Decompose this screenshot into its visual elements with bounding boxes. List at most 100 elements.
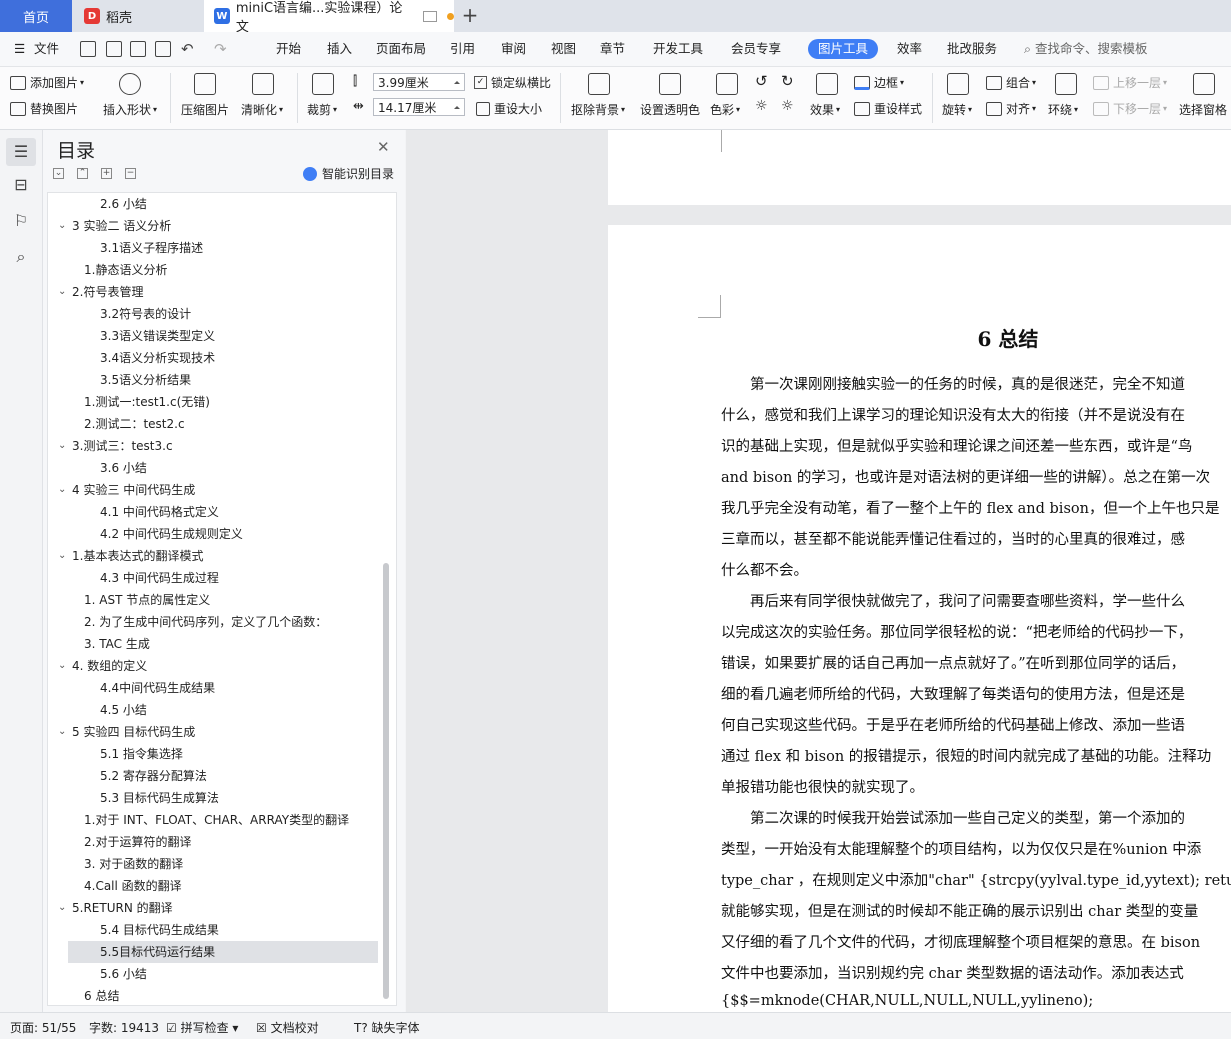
- toc-item[interactable]: 5.2 寄存器分配算法: [48, 765, 388, 787]
- chevron-down-icon[interactable]: ⌄: [58, 897, 66, 919]
- toc-item[interactable]: 5.5目标代码运行结果: [68, 941, 378, 963]
- toc-item[interactable]: 2.6 小结: [48, 193, 388, 215]
- export-pdf-icon[interactable]: [106, 41, 122, 57]
- word-count[interactable]: 字数: 19413: [89, 1019, 159, 1036]
- redo-icon[interactable]: ↷: [214, 32, 227, 66]
- reset-size-button[interactable]: 重设大小: [476, 100, 542, 117]
- align-button[interactable]: 对齐 ▾: [986, 100, 1036, 117]
- bring-forward-button[interactable]: 上移一层 ▾: [1093, 74, 1167, 91]
- toc-panel-icon[interactable]: ☰: [6, 138, 36, 166]
- toc-item[interactable]: 5.3 目标代码生成算法: [48, 787, 388, 809]
- menu-file[interactable]: 文件: [34, 32, 59, 66]
- toc-item[interactable]: ⌄ 5 实验四 目标代码生成: [48, 721, 388, 743]
- toc-item[interactable]: ⌄ 3 实验二 语义分析: [48, 215, 388, 237]
- search-icon[interactable]: ⌕: [12, 248, 30, 266]
- command-search[interactable]: ⌕ 查找命令、搜索模板: [1024, 32, 1148, 66]
- chevron-down-icon[interactable]: ⌄: [58, 215, 66, 237]
- menu-reference[interactable]: 引用: [450, 32, 475, 66]
- page-indicator[interactable]: 页面: 51/55: [10, 1019, 76, 1036]
- menu-correction[interactable]: 批改服务: [947, 32, 997, 66]
- rotate-left-icon[interactable]: ↺: [755, 72, 768, 90]
- new-tab-plus-icon[interactable]: +: [458, 4, 482, 28]
- set-transparent-button[interactable]: 设置透明色: [640, 101, 700, 118]
- compress-image-button[interactable]: 压缩图片: [181, 101, 229, 118]
- insert-shape-button[interactable]: 插入形状 ▾: [103, 101, 157, 118]
- toc-item[interactable]: ⌄ 5.RETURN 的翻译: [48, 897, 388, 919]
- menu-view[interactable]: 视图: [551, 32, 576, 66]
- remove-background-button[interactable]: 抠除背景 ▾: [571, 101, 625, 118]
- chevron-down-icon[interactable]: ⌄: [58, 545, 66, 567]
- toc-item[interactable]: 3. TAC 生成: [48, 633, 388, 655]
- tab-daoke[interactable]: D 稻壳: [74, 0, 202, 32]
- effects-button[interactable]: 效果 ▾: [810, 101, 840, 118]
- menu-dev-tools[interactable]: 开发工具: [653, 32, 703, 66]
- color-button[interactable]: 色彩 ▾: [710, 101, 740, 118]
- wrap-button[interactable]: 环绕 ▾: [1048, 101, 1078, 118]
- toc-item[interactable]: 1.对于 INT、FLOAT、CHAR、ARRAY类型的翻译: [48, 809, 388, 831]
- toc-item[interactable]: 2.测试二：test2.c: [48, 413, 388, 435]
- toc-item[interactable]: 1.测试一:test1.c(无错): [48, 391, 388, 413]
- menu-insert[interactable]: 插入: [327, 32, 352, 66]
- width-input[interactable]: 14.17厘米: [373, 98, 465, 116]
- toc-item[interactable]: ⌄ 1.基本表达式的翻译模式: [48, 545, 388, 567]
- toc-item[interactable]: 4.2 中间代码生成规则定义: [48, 523, 388, 545]
- tab-home[interactable]: 首页: [0, 0, 72, 32]
- menu-member[interactable]: 会员专享: [731, 32, 781, 66]
- chevron-down-icon[interactable]: ⌄: [58, 281, 66, 303]
- reset-style-button[interactable]: 重设样式: [854, 100, 922, 117]
- toc-item[interactable]: 2. 为了生成中间代码序列，定义了几个函数：: [48, 611, 388, 633]
- toc-item[interactable]: 3. 对于函数的翻译: [48, 853, 388, 875]
- menu-review[interactable]: 审阅: [501, 32, 526, 66]
- toc-item[interactable]: 3.2符号表的设计: [48, 303, 388, 325]
- toc-item[interactable]: 5.4 目标代码生成结果: [48, 919, 388, 941]
- toc-item[interactable]: 4.4中间代码生成结果: [48, 677, 388, 699]
- toc-item[interactable]: 4.1 中间代码格式定义: [48, 501, 388, 523]
- chevron-down-icon[interactable]: ⌄: [58, 435, 66, 457]
- save-icon[interactable]: [80, 41, 96, 57]
- toc-item[interactable]: ⌄ 4. 数组的定义: [48, 655, 388, 677]
- proofread-button[interactable]: ☒ 文档校对: [256, 1019, 319, 1036]
- toc-item[interactable]: 5.1 指令集选择: [48, 743, 388, 765]
- expand-all-icon[interactable]: ⌃: [77, 168, 88, 179]
- menu-chapter[interactable]: 章节: [600, 32, 625, 66]
- close-icon[interactable]: ✕: [377, 138, 390, 156]
- group-button[interactable]: 组合 ▾: [986, 74, 1036, 91]
- toc-item[interactable]: 4.Call 函数的翻译: [48, 875, 388, 897]
- toc-item[interactable]: 1. AST 节点的属性定义: [48, 589, 388, 611]
- clarify-button[interactable]: 清晰化 ▾: [241, 101, 283, 118]
- toc-item[interactable]: 4.5 小结: [48, 699, 388, 721]
- crop-button[interactable]: 裁剪 ▾: [307, 101, 337, 118]
- menu-start[interactable]: 开始: [276, 32, 301, 66]
- menu-efficiency[interactable]: 效率: [897, 32, 922, 66]
- document-page[interactable]: 6 总结 第一次课刚刚接触实验一的任务的时候，真的是很迷茫，完全不知道 什么，感觉…: [608, 225, 1231, 1025]
- brightness-up-icon[interactable]: ☼: [755, 98, 768, 114]
- toc-item[interactable]: 3.1语义子程序描述: [48, 237, 388, 259]
- tab-monitor-icon[interactable]: [423, 10, 438, 22]
- toc-item[interactable]: 3.5语义分析结果: [48, 369, 388, 391]
- toc-item[interactable]: 3.3语义错误类型定义: [48, 325, 388, 347]
- chevron-down-icon[interactable]: ⌄: [58, 655, 66, 677]
- toc-item[interactable]: 3.6 小结: [48, 457, 388, 479]
- border-button[interactable]: 边框 ▾: [854, 74, 904, 91]
- print-preview-icon[interactable]: [155, 41, 171, 57]
- toc-item[interactable]: 3.4语义分析实现技术: [48, 347, 388, 369]
- print-icon[interactable]: [130, 41, 146, 57]
- chevron-down-icon[interactable]: ⌄: [58, 721, 66, 743]
- menu-page-layout[interactable]: 页面布局: [376, 32, 426, 66]
- height-input[interactable]: 3.99厘米: [373, 73, 465, 91]
- send-backward-button[interactable]: 下移一层 ▾: [1093, 100, 1167, 117]
- undo-icon[interactable]: ↶: [181, 32, 194, 66]
- brightness-down-icon[interactable]: ☼: [781, 98, 794, 114]
- replace-image-button[interactable]: 替换图片: [10, 100, 78, 117]
- navigation-icon[interactable]: ⊟: [12, 176, 30, 194]
- spell-check-button[interactable]: ☑ 拼写检查 ▾: [166, 1019, 238, 1036]
- rotate-button[interactable]: 旋转 ▾: [942, 101, 972, 118]
- collapse-all-icon[interactable]: ⌄: [53, 168, 64, 179]
- chevron-down-icon[interactable]: ⌄: [58, 479, 66, 501]
- toc-item[interactable]: 2.对于运算符的翻译: [48, 831, 388, 853]
- lock-ratio-checkbox[interactable]: ✓ 锁定纵横比: [474, 74, 551, 91]
- add-heading-icon[interactable]: +: [101, 168, 112, 179]
- toc-item[interactable]: 6 总结: [48, 985, 388, 1005]
- toc-item[interactable]: 1.静态语义分析: [48, 259, 388, 281]
- menu-picture-tools[interactable]: 图片工具: [808, 39, 879, 59]
